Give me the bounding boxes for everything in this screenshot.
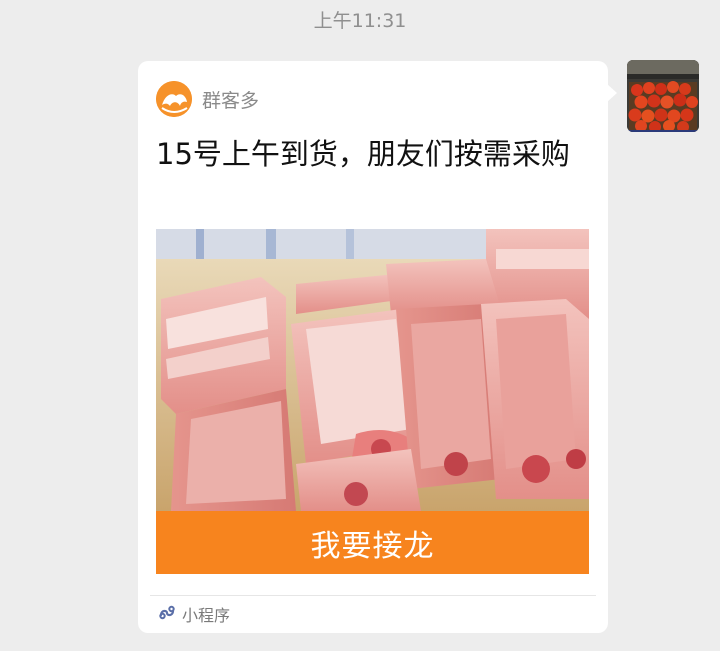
card-divider — [150, 595, 596, 596]
qunkeduo-logo-icon — [156, 81, 192, 117]
message-timestamp: 上午11:31 — [313, 10, 407, 32]
mini-program-footer: 小程序 — [158, 601, 230, 627]
tomato-crate-photo — [627, 60, 699, 132]
mini-program-label: 小程序 — [182, 606, 231, 625]
card-title: 15号上午到货，朋友们按需采购 — [156, 137, 570, 171]
join-relay-button[interactable]: 我要接龙 — [156, 511, 589, 574]
bubble-tail — [607, 84, 617, 102]
mini-program-icon — [158, 603, 176, 625]
pork-ribs-photo — [156, 229, 589, 511]
chat-window: 上午11:31 群客多 15号上午到货，朋友们按需采购 我要接龙 小程序 — [0, 0, 720, 651]
mini-program-card[interactable]: 群客多 15号上午到货，朋友们按需采购 我要接龙 小程序 — [138, 61, 608, 633]
sender-avatar[interactable] — [627, 60, 699, 132]
source-app-name: 群客多 — [202, 89, 260, 112]
card-source: 群客多 — [156, 81, 259, 117]
product-image — [156, 229, 589, 511]
